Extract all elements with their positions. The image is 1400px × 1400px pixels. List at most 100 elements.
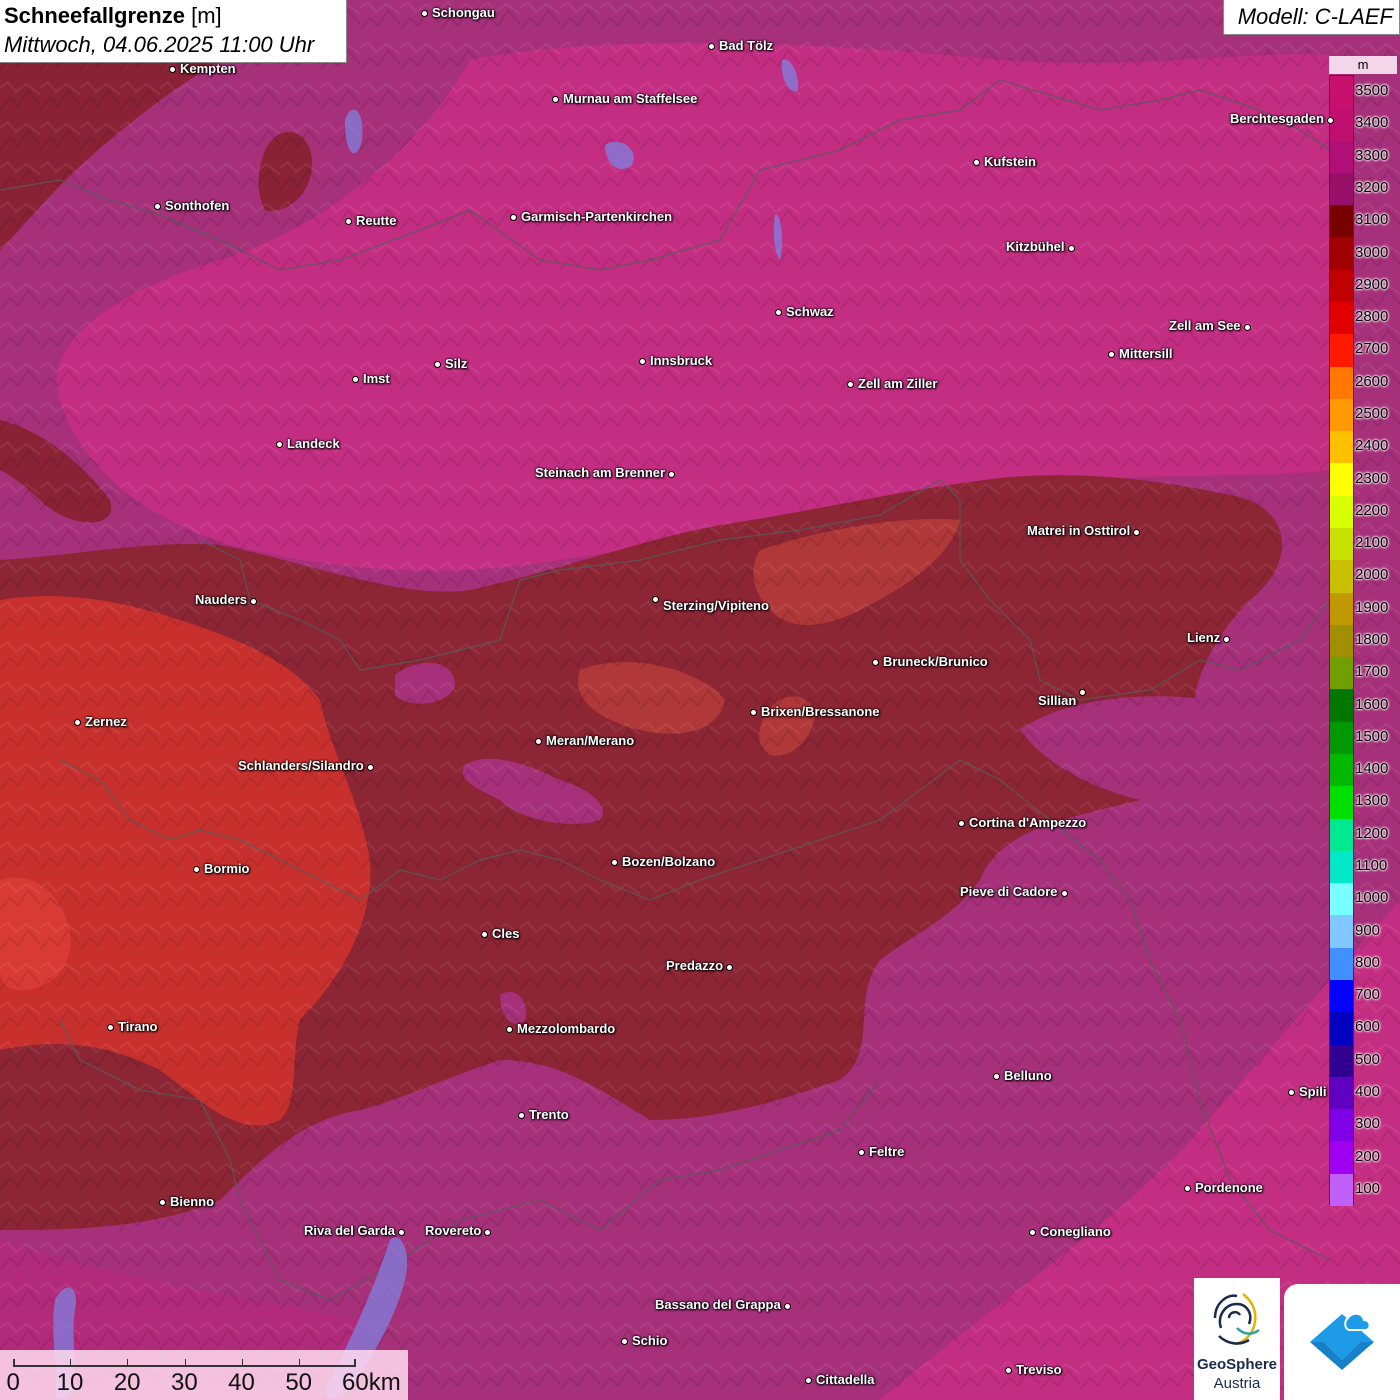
city-marker[interactable] [1060, 889, 1068, 897]
city-marker[interactable] [344, 217, 352, 225]
city-marker[interactable] [433, 360, 441, 368]
legend-label: 1900 [1355, 598, 1389, 616]
city-label: Reutte [356, 213, 397, 228]
legend-swatch-800 [1330, 947, 1353, 981]
city-marker[interactable] [158, 1198, 166, 1206]
city-marker[interactable] [871, 658, 879, 666]
title-box: Schneefallgrenze [m] Mittwoch, 04.06.202… [0, 0, 347, 63]
city-marker[interactable] [517, 1111, 525, 1119]
city-label: Conegliano [1040, 1224, 1111, 1239]
city-marker[interactable] [972, 158, 980, 166]
city-marker[interactable] [168, 65, 176, 73]
legend-label: 1600 [1355, 695, 1389, 713]
city-marker[interactable] [992, 1072, 1000, 1080]
city-label: Cles [492, 926, 520, 941]
city-marker[interactable] [351, 375, 359, 383]
city-marker[interactable] [192, 865, 200, 873]
city-label: Landeck [287, 436, 340, 451]
city-marker[interactable] [957, 819, 965, 827]
legend-swatch-300 [1330, 1109, 1353, 1142]
city-label: Bruneck/Brunico [883, 654, 988, 669]
legend-swatch-2700 [1330, 334, 1353, 368]
city-marker[interactable] [153, 202, 161, 210]
city-label: Sillian [1038, 693, 1077, 708]
city-label: Silz [445, 356, 468, 371]
city-label: Innsbruck [650, 353, 713, 368]
city-marker[interactable] [480, 930, 488, 938]
city-marker[interactable] [783, 1302, 791, 1310]
city-marker[interactable] [1004, 1366, 1012, 1374]
legend-label: 2600 [1355, 372, 1389, 390]
city-marker[interactable] [610, 858, 618, 866]
city-label: Brixen/Bressanone [761, 704, 880, 719]
city-marker[interactable] [651, 595, 659, 603]
city-marker[interactable] [1078, 688, 1086, 696]
city-marker[interactable] [1067, 244, 1075, 252]
app-logo[interactable] [1284, 1284, 1400, 1400]
legend-swatch-3300 [1330, 140, 1353, 174]
city-marker[interactable] [420, 9, 428, 17]
city-label: Schio [632, 1333, 668, 1348]
city-marker[interactable] [397, 1228, 405, 1236]
city-marker[interactable] [505, 1025, 513, 1033]
legend-label: 400 [1355, 1083, 1381, 1100]
legend-label: 300 [1355, 1115, 1381, 1133]
city-marker[interactable] [1183, 1184, 1191, 1192]
city-marker[interactable] [1222, 635, 1230, 643]
geosphere-name: GeoSphere [1196, 1356, 1278, 1373]
legend-label: 2500 [1355, 405, 1389, 422]
legend-label: 800 [1355, 953, 1381, 971]
legend-label: 700 [1355, 986, 1381, 1004]
color-legend: m 3500 3400 3300 3200 3100 3000 2900 2800 2700 26… [1329, 56, 1400, 1207]
scale-label: 10 [56, 1369, 84, 1396]
legend-swatch-100 [1330, 1173, 1353, 1207]
city-label: Meran/Merano [546, 733, 635, 748]
geosphere-icon [1213, 1293, 1260, 1346]
city-marker[interactable] [249, 597, 257, 605]
city-marker[interactable] [638, 357, 646, 365]
city-marker[interactable] [725, 963, 733, 971]
legend-colorbar [1329, 75, 1354, 1207]
city-marker[interactable] [1243, 323, 1251, 331]
legend-swatch-400 [1330, 1076, 1353, 1110]
legend-swatch-1700 [1330, 657, 1353, 690]
legend-swatch-1100 [1330, 850, 1353, 884]
legend-label: 1100 [1355, 857, 1388, 874]
city-marker[interactable] [106, 1023, 114, 1031]
city-marker[interactable] [804, 1376, 812, 1384]
legend-swatch-2200 [1330, 495, 1353, 529]
legend-swatch-1300 [1330, 786, 1353, 820]
city-label: Bad Tölz [719, 38, 774, 53]
city-marker[interactable] [857, 1148, 865, 1156]
city-marker[interactable] [707, 42, 715, 50]
legend-label: 1500 [1355, 727, 1389, 745]
legend-label: 2800 [1355, 308, 1389, 326]
city-label: Berchtesgaden [1230, 111, 1324, 126]
city-marker[interactable] [483, 1228, 491, 1236]
legend-swatch-1400 [1330, 754, 1353, 787]
city-marker[interactable] [620, 1337, 628, 1345]
city-marker[interactable] [1028, 1228, 1036, 1236]
city-marker[interactable] [774, 308, 782, 316]
legend-label: 2100 [1355, 534, 1389, 552]
city-marker[interactable] [551, 95, 559, 103]
city-marker[interactable] [667, 470, 675, 478]
city-marker[interactable] [1287, 1088, 1295, 1096]
city-marker[interactable] [749, 708, 757, 716]
city-marker[interactable] [509, 213, 517, 221]
city-marker[interactable] [73, 718, 81, 726]
geosphere-logo: GeoSphere Austria [1194, 1278, 1280, 1400]
model-label: Modell: C-LAEF [1237, 4, 1393, 29]
city-marker[interactable] [366, 763, 374, 771]
city-label: Zell am Ziller [858, 376, 938, 391]
city-label: Sterzing/Vipiteno [663, 598, 769, 613]
legend-swatch-3200 [1330, 172, 1353, 206]
city-label: Bormio [204, 861, 250, 876]
city-marker[interactable] [1107, 350, 1115, 358]
city-label: Sonthofen [165, 198, 230, 213]
city-marker[interactable] [846, 380, 854, 388]
city-marker[interactable] [534, 737, 542, 745]
city-marker[interactable] [1326, 116, 1334, 124]
city-marker[interactable] [275, 440, 283, 448]
city-marker[interactable] [1132, 528, 1140, 536]
